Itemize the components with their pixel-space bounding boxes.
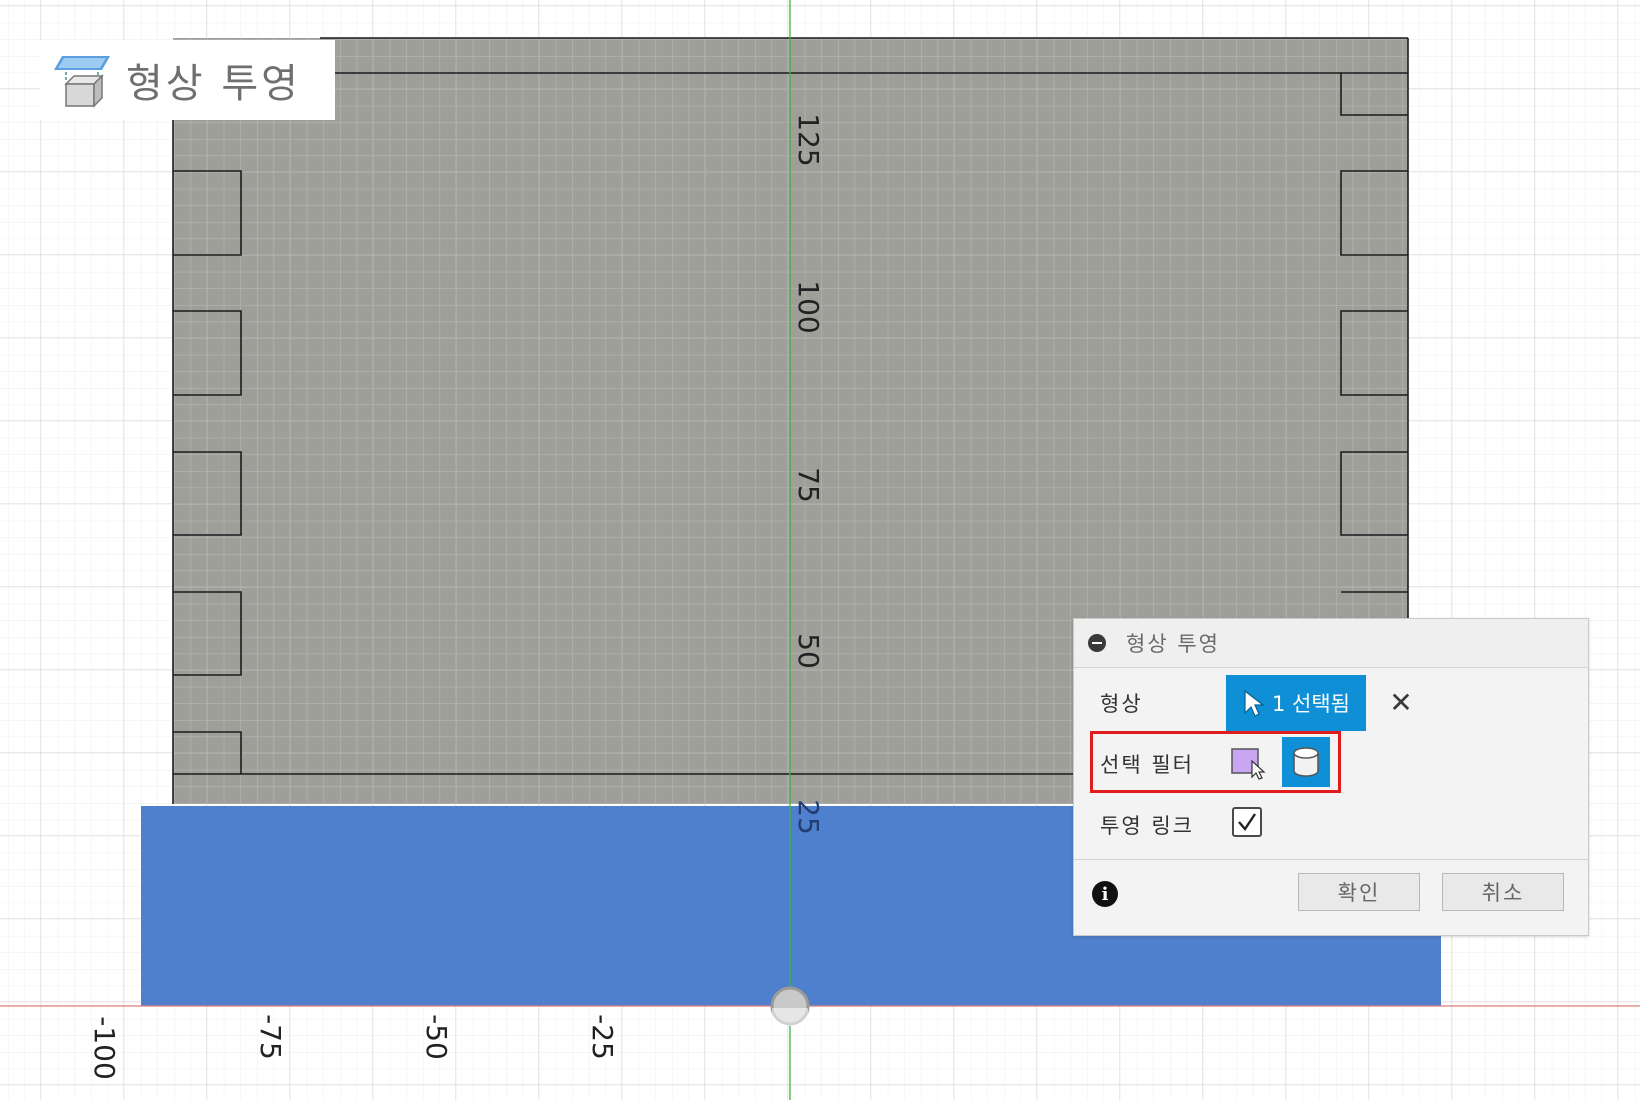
info-icon[interactable]: i [1092,881,1118,907]
cursor-arrow-icon [1244,689,1264,717]
command-header: 형상 투영 [40,40,335,120]
face-filter-icon[interactable] [1230,745,1266,781]
projection-link-label: 투영 링크 [1100,814,1194,838]
selection-count-text: 1 선택됨 [1272,692,1350,716]
ok-button[interactable]: 확인 [1298,873,1420,911]
geometry-label: 형상 [1100,692,1143,716]
project-geometry-icon [54,56,110,108]
collapse-icon[interactable] [1088,634,1106,652]
projection-link-checkbox[interactable] [1232,807,1262,837]
x-tick--25: -25 [586,1014,619,1060]
cancel-button[interactable]: 취소 [1442,873,1564,911]
body-cylinder-icon [1293,747,1319,777]
selection-filter-label: 선택 필터 [1100,753,1194,777]
y-tick-50: 50 [792,633,825,669]
x-tick--100: -100 [88,1016,121,1080]
clear-selection-icon[interactable]: ✕ [1386,686,1416,719]
checkmark-icon [1238,813,1256,831]
dialog-title: 형상 투영 [1126,632,1220,656]
x-tick--75: -75 [254,1014,287,1060]
body-filter-button[interactable] [1282,737,1330,787]
project-dialog: 형상 투영 형상 1 선택됨 ✕ 선택 필터 투영 링크 i 확인 취소 [1073,618,1589,936]
y-tick-125: 125 [792,113,825,166]
command-title: 형상 투영 [126,61,301,107]
y-tick-25: 25 [792,799,825,835]
y-tick-75: 75 [792,467,825,503]
geometry-selection-button[interactable]: 1 선택됨 [1226,675,1366,731]
y-tick-100: 100 [792,280,825,333]
dialog-header: 형상 투영 [1074,619,1588,668]
dialog-separator [1074,859,1588,860]
x-tick--50: -50 [420,1014,453,1060]
